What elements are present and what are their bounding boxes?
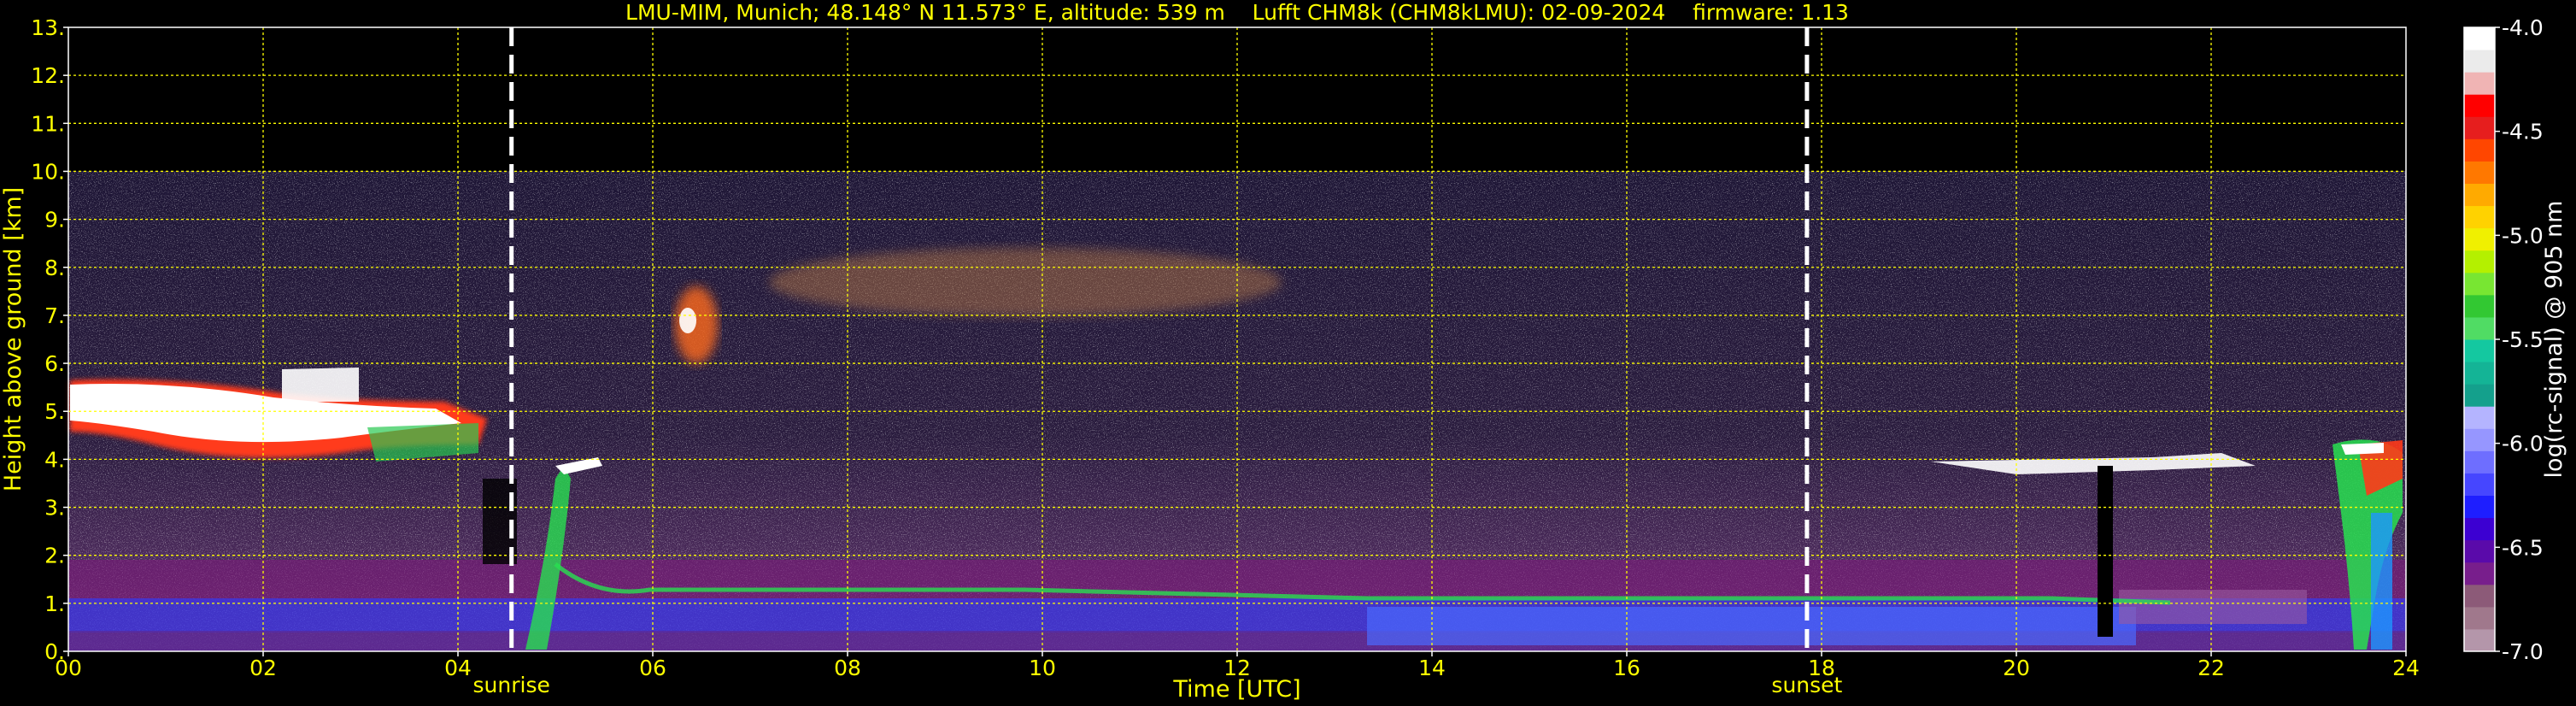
colorbar-swatch	[2464, 562, 2495, 585]
colorbar-swatch	[2464, 227, 2495, 251]
x-tick-label: 02	[249, 656, 277, 680]
colorbar-swatch	[2464, 428, 2495, 451]
colorbar-swatch	[2464, 339, 2495, 362]
y-tick-label: 9.	[44, 208, 65, 232]
colorbar-tick-label: -5.0	[2502, 223, 2544, 248]
colorbar-swatch	[2464, 27, 2495, 50]
colorbar-swatch	[2464, 205, 2495, 229]
colorbar-swatch	[2464, 250, 2495, 274]
x-tick-label: 08	[834, 656, 861, 680]
colorbar-swatch	[2464, 606, 2495, 630]
colorbar-swatch	[2464, 384, 2495, 407]
x-tick-label: 06	[639, 656, 666, 680]
colorbar-swatch	[2464, 183, 2495, 207]
colorbar-swatch	[2464, 495, 2495, 519]
colorbar-swatch	[2464, 161, 2495, 184]
y-tick-label: 7.	[44, 303, 65, 328]
x-tick-label: 18	[1808, 656, 1835, 680]
colorbar-swatch	[2464, 517, 2495, 541]
colorbar-swatch	[2464, 473, 2495, 496]
y-axis: 0.1.2.3.4.5.6.7.8.9.10.11.12.13.	[31, 15, 68, 664]
colorbar-swatch	[2464, 316, 2495, 340]
colorbar-swatch	[2464, 72, 2495, 95]
x-tick-label: 22	[2198, 656, 2225, 680]
ceilometer-chart: sunrise sunset 0.1.2.3.4.5.6.7.8.9.10.11.…	[0, 0, 2567, 703]
y-tick-label: 5.	[44, 399, 65, 424]
y-tick-label: 4.	[44, 447, 65, 472]
y-tick-label: 8.	[44, 256, 65, 280]
colorbar-swatch	[2464, 539, 2495, 563]
y-tick-label: 3.	[44, 496, 65, 521]
y-tick-label: 10.	[31, 159, 65, 184]
colorbar-swatch	[2464, 584, 2495, 608]
colorbar-swatch	[2464, 138, 2495, 162]
y-tick-label: 11.	[31, 111, 65, 136]
chart-title: LMU-MIM, Munich; 48.148° N 11.573° E, al…	[625, 0, 1849, 25]
x-tick-label: 00	[55, 656, 82, 680]
y-tick-label: 13.	[31, 15, 65, 40]
colorbar-tick-label: -6.5	[2502, 535, 2544, 560]
x-tick-label: 24	[2392, 656, 2420, 680]
colorbar-swatch	[2464, 272, 2495, 296]
colorbar-tick-label: -5.5	[2502, 327, 2544, 352]
colorbar-swatch	[2464, 450, 2495, 474]
y-tick-label: 12.	[31, 63, 65, 88]
colorbar-tick-label: -4.5	[2502, 120, 2544, 144]
y-tick-label: 6.	[44, 351, 65, 376]
colorbar-swatch	[2464, 628, 2495, 652]
x-tick-label: 16	[1613, 656, 1640, 680]
colorbar-tick-label: -6.0	[2502, 432, 2544, 456]
colorbar-swatch	[2464, 94, 2495, 117]
colorbar-swatch	[2464, 116, 2495, 139]
marker-label-sunrise: sunrise	[473, 673, 550, 697]
colorbar-swatch	[2464, 50, 2495, 73]
colorbar-swatch	[2464, 406, 2495, 429]
colorbar-swatch	[2464, 294, 2495, 318]
x-tick-label: 20	[2003, 656, 2030, 680]
colorbar-tick-label: -4.0	[2502, 15, 2544, 40]
y-tick-label: 1.	[44, 591, 65, 616]
colorbar-swatch	[2464, 362, 2495, 385]
x-tick-label: 10	[1029, 656, 1056, 680]
x-tick-label: 14	[1418, 656, 1446, 680]
x-tick-label: 04	[444, 656, 472, 680]
colorbar: -4.0 -4.5 -5.0 -5.5 -6.0 -6.5 -7.0	[2463, 15, 2544, 664]
x-axis-title: Time [UTC]	[1172, 676, 1300, 703]
colorbar-title: log(rc-signal) @ 905 nm	[2541, 201, 2567, 479]
y-tick-label: 2.	[44, 544, 65, 568]
colorbar-tick-label: -7.0	[2502, 639, 2544, 664]
y-axis-title: Height above ground [km]	[0, 187, 26, 491]
